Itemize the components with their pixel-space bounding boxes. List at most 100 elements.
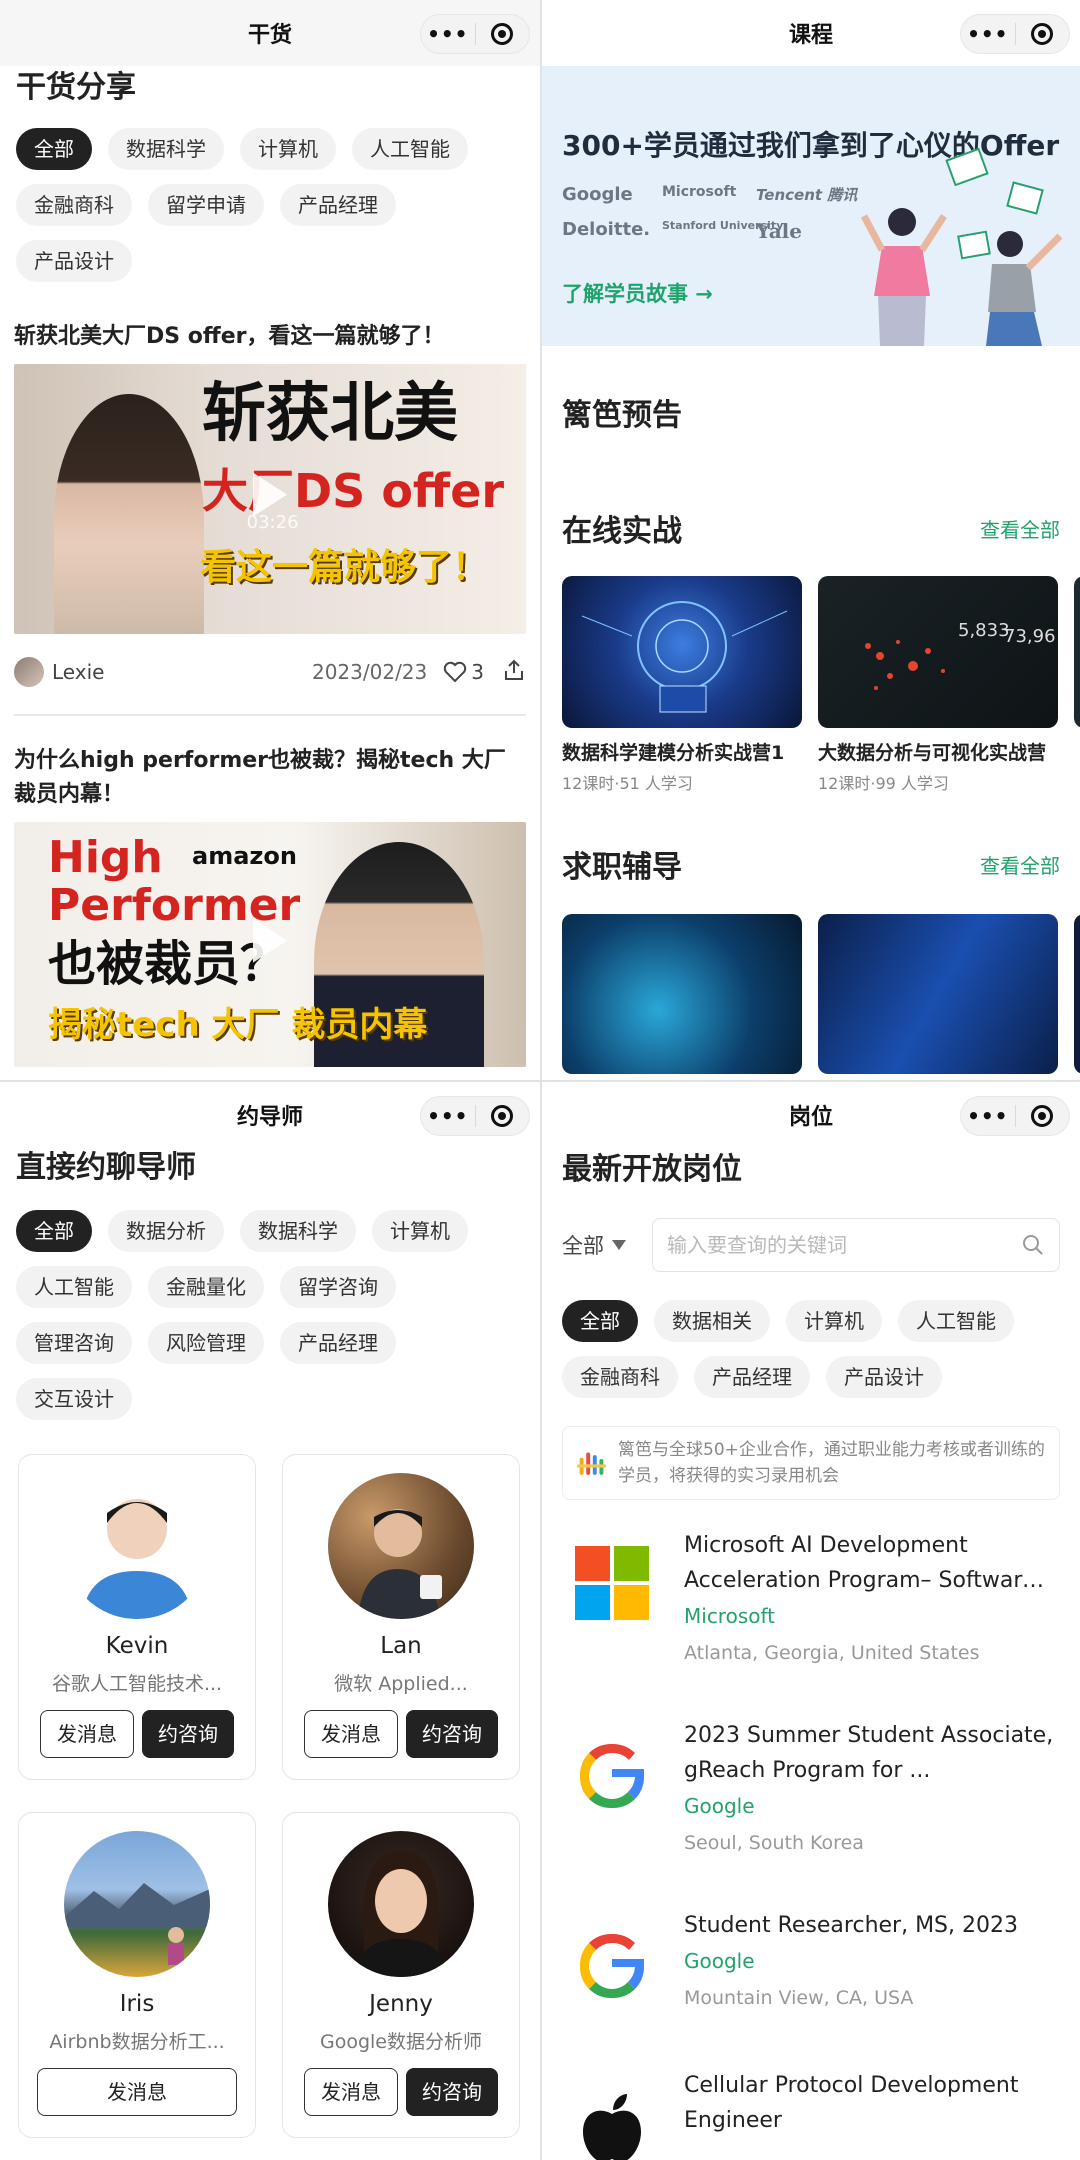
close-icon[interactable] <box>475 1105 529 1127</box>
job-title: Microsoft AI Development Acceleration Pr… <box>684 1533 1036 1593</box>
view-all-link[interactable]: 查看全部 <box>980 850 1060 879</box>
job-title: Cellular Protocol Development Engineer <box>684 2073 1019 2133</box>
category-tags: 全部 数据相关 计算机 人工智能 金融商科 产品经理 产品设计 <box>542 1300 1080 1398</box>
message-button[interactable]: 发消息 <box>304 1710 398 1758</box>
close-icon[interactable] <box>1015 1105 1069 1127</box>
tag-ux[interactable]: 交互设计 <box>16 1378 132 1420</box>
tag-ai[interactable]: 人工智能 <box>352 128 468 170</box>
article-title[interactable]: 斩获北美大厂DS offer，看这一篇就够了！ <box>0 320 540 354</box>
author-name[interactable]: Lexie <box>52 660 104 684</box>
job-company: Google <box>684 1794 755 1818</box>
job-location: Seoul, South Korea <box>684 1832 864 1854</box>
close-icon[interactable] <box>1015 23 1069 45</box>
course-card[interactable] <box>1074 576 1080 794</box>
course-card[interactable]: 数据科学建模分析实战营1 12课时·51 人学习 <box>562 576 802 794</box>
tag-consulting[interactable]: 管理咨询 <box>16 1322 132 1364</box>
tag-pm[interactable]: 产品经理 <box>280 1322 396 1364</box>
search-input[interactable] <box>667 1233 1021 1257</box>
tag-computer[interactable]: 计算机 <box>372 1210 468 1252</box>
nav-title: 约导师 <box>236 1105 303 1130</box>
tag-computer[interactable]: 计算机 <box>786 1300 882 1342</box>
job-item[interactable]: Microsoft AI Development Acceleration Pr… <box>542 1528 1080 1718</box>
article-title[interactable]: 为什么high performer也被裁？揭秘tech 大厂裁员内幕！ <box>0 744 540 812</box>
student-stories-link[interactable]: 了解学员故事 → <box>562 278 713 308</box>
tag-pm[interactable]: 产品经理 <box>280 184 396 226</box>
course-card[interactable]: 5,833 73,96 大数据分析与可视化实战营 12课时·99 人学习 <box>818 576 1058 794</box>
play-icon[interactable] <box>253 918 287 963</box>
message-button[interactable]: 发消息 <box>304 2068 398 2116</box>
book-button[interactable]: 约咨询 <box>142 1710 234 1758</box>
section-preview-title: 篱笆预告 <box>562 398 682 433</box>
avatar <box>64 1831 210 1977</box>
more-icon[interactable]: ••• <box>421 22 475 46</box>
success-banner[interactable]: 300+学员通过我们拿到了心仪的Offer Google Microsoft T… <box>542 66 1080 346</box>
more-icon[interactable]: ••• <box>961 22 1015 46</box>
job-title: 2023 Summer Student Associate, gReach Pr… <box>684 1723 1054 1783</box>
message-button[interactable]: 发消息 <box>37 2068 237 2116</box>
career-card[interactable] <box>562 914 802 1074</box>
tag-data-analysis[interactable]: 数据分析 <box>108 1210 224 1252</box>
miniprogram-capsule: ••• <box>420 14 530 54</box>
panel-jobs: 岗位 ••• 最新开放岗位 全部 全部 数据相关 计算机 人工智能 金融商科 <box>540 1080 1080 2160</box>
tag-design[interactable]: 产品设计 <box>826 1356 942 1398</box>
tag-ai[interactable]: 人工智能 <box>898 1300 1014 1342</box>
miniprogram-capsule: ••• <box>960 1096 1070 1136</box>
mentor-card[interactable]: Jenny Google数据分析师 发消息 约咨询 <box>282 1812 520 2138</box>
more-icon[interactable]: ••• <box>961 1104 1015 1128</box>
tag-data-science[interactable]: 数据科学 <box>108 128 224 170</box>
mentor-card[interactable]: Kevin 谷歌人工智能技术... 发消息 约咨询 <box>18 1454 256 1780</box>
play-icon[interactable] <box>253 472 287 517</box>
career-card[interactable] <box>1074 914 1080 1074</box>
mentor-name: Iris <box>119 1991 155 2017</box>
video-thumbnail[interactable]: 斩获北美 大厂DS offer 看这一篇就够了！ 03:26 <box>14 364 526 634</box>
career-card[interactable] <box>818 914 1058 1074</box>
section-online-title: 在线实战 <box>562 514 682 549</box>
job-item[interactable]: Student Researcher, MS, 2023 Google Moun… <box>542 1908 1080 2068</box>
tag-pm[interactable]: 产品经理 <box>694 1356 810 1398</box>
job-item[interactable]: 2023 Summer Student Associate, gReach Pr… <box>542 1718 1080 1908</box>
nav-bar: 约导师 ••• <box>0 1082 540 1148</box>
avatar[interactable] <box>14 657 44 687</box>
tag-data[interactable]: 数据相关 <box>654 1300 770 1342</box>
tag-computer[interactable]: 计算机 <box>240 128 336 170</box>
more-icon[interactable]: ••• <box>421 1104 475 1128</box>
view-all-link[interactable]: 查看全部 <box>980 514 1060 543</box>
tag-finance[interactable]: 金融商科 <box>562 1356 678 1398</box>
tech-graphic <box>581 601 788 713</box>
mentor-title: Google数据分析师 <box>319 2031 482 2053</box>
message-button[interactable]: 发消息 <box>40 1710 134 1758</box>
filter-dropdown[interactable]: 全部 <box>562 1230 652 1260</box>
search-icon[interactable] <box>1021 1233 1045 1257</box>
tag-risk[interactable]: 风险管理 <box>148 1322 264 1364</box>
tag-all[interactable]: 全部 <box>562 1300 638 1342</box>
tag-quant[interactable]: 金融量化 <box>148 1266 264 1308</box>
tag-data-science[interactable]: 数据科学 <box>240 1210 356 1252</box>
divider <box>14 714 526 716</box>
job-item[interactable]: Cellular Protocol Development Engineer <box>542 2068 1080 2160</box>
mentor-card[interactable]: Lan 微软 Applied... 发消息 约咨询 <box>282 1454 520 1780</box>
map-graphic: 5,833 73,96 <box>865 620 1056 690</box>
tag-design[interactable]: 产品设计 <box>16 240 132 282</box>
nav-bar: 干货 ••• <box>0 0 540 66</box>
panel-courses: 课程 ••• 300+学员通过我们拿到了心仪的Offer Google Micr… <box>540 0 1080 1080</box>
apple-logo-icon <box>562 2068 662 2160</box>
chevron-down-icon <box>612 1240 626 1250</box>
share-icon[interactable] <box>502 658 526 686</box>
mentor-title: 谷歌人工智能技术... <box>51 1673 223 1695</box>
tag-finance[interactable]: 金融商科 <box>16 184 132 226</box>
presenter-image <box>54 394 204 634</box>
book-button[interactable]: 约咨询 <box>406 1710 498 1758</box>
mentor-card[interactable]: Iris Airbnb数据分析工... 发消息 <box>18 1812 256 2138</box>
tag-ai[interactable]: 人工智能 <box>16 1266 132 1308</box>
video-thumbnail[interactable]: High amazon Performer 也被裁员？ 揭秘tech 大厂 裁员… <box>14 822 526 1067</box>
microsoft-logo-icon <box>562 1528 662 1718</box>
close-icon[interactable] <box>475 23 529 45</box>
tag-all[interactable]: 全部 <box>16 128 92 170</box>
like-button[interactable]: 3 <box>443 660 484 684</box>
tag-study-abroad[interactable]: 留学咨询 <box>280 1266 396 1308</box>
avatar <box>64 1473 210 1619</box>
tag-study-abroad[interactable]: 留学申请 <box>148 184 264 226</box>
thumb-text-3: 也被裁员？ <box>48 936 289 992</box>
tag-all[interactable]: 全部 <box>16 1210 92 1252</box>
book-button[interactable]: 约咨询 <box>406 2068 498 2116</box>
